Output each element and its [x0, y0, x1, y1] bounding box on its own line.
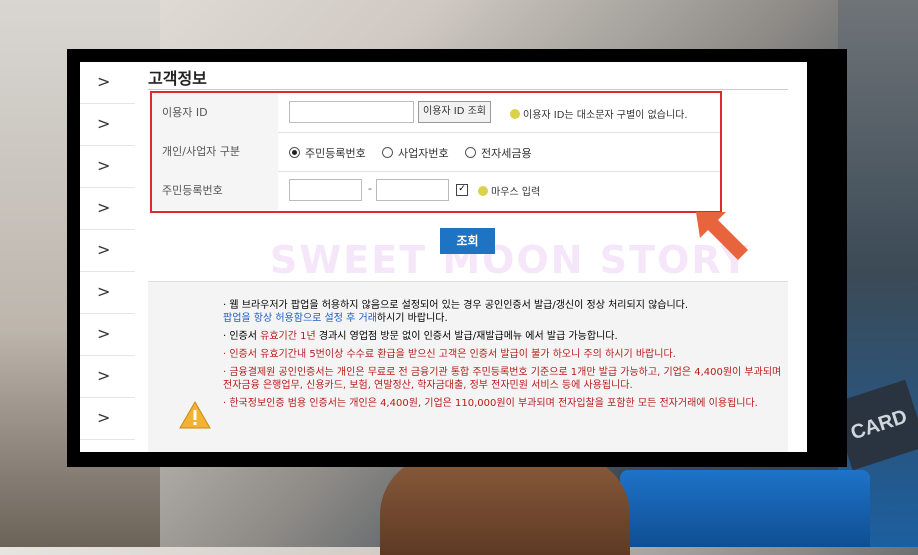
- radio-selected-icon: [289, 147, 300, 158]
- resident-number-row: 주민등록번호 - ✓ 마우스 입력: [152, 171, 720, 210]
- radio-resident-number[interactable]: 주민등록번호: [289, 145, 366, 161]
- user-id-label: 이용자 ID: [152, 93, 278, 132]
- resident-number-dash: -: [368, 182, 372, 195]
- nav-item[interactable]: >: [80, 398, 135, 440]
- chevron-right-icon: >: [97, 198, 111, 217]
- nav-item[interactable]: >: [80, 188, 135, 230]
- background-hand: [380, 455, 630, 555]
- chevron-right-icon: >: [97, 114, 111, 133]
- nav-item[interactable]: >: [80, 230, 135, 272]
- chevron-right-icon: >: [97, 324, 111, 343]
- nav-item[interactable]: >: [80, 62, 135, 104]
- nav-item[interactable]: >: [80, 356, 135, 398]
- user-id-check-button[interactable]: 이용자 ID 조회: [418, 101, 492, 123]
- radio-unselected-icon: [382, 147, 393, 158]
- nav-item[interactable]: >: [80, 104, 135, 146]
- notice-item: · 한국정보인증 범용 인증서는 개인은 4,400원, 기업은 110,000…: [223, 398, 758, 409]
- search-button[interactable]: 조회: [440, 228, 495, 254]
- user-id-row: 이용자 ID 이용자 ID 조회 이용자 ID는 대소문자 구별이 없습니다.: [152, 93, 720, 133]
- mouse-input-checkbox[interactable]: ✓: [456, 184, 468, 196]
- section-title: 고객정보: [148, 69, 207, 88]
- user-id-note: 이용자 ID는 대소문자 구별이 없습니다.: [510, 106, 688, 121]
- info-icon: [478, 186, 488, 196]
- nav-item[interactable]: >: [80, 314, 135, 356]
- warning-icon: [179, 400, 211, 429]
- customer-info-form: 이용자 ID 이용자 ID 조회 이용자 ID는 대소문자 구별이 없습니다. …: [150, 91, 722, 213]
- notice-item: · 웹 브라우저가 팝업을 허용하지 않음으로 설정되어 있는 경우 공인인증서…: [223, 300, 689, 324]
- watermark: SWEET MOON STORY: [270, 238, 751, 282]
- chevron-right-icon: >: [97, 408, 111, 427]
- radio-e-tax[interactable]: 전자세금용: [465, 145, 532, 161]
- notice-item: · 금융결제원 공인인증서는 개인은 무료로 전 금융기관 통합 주민등록번호 …: [223, 367, 782, 391]
- customer-type-row: 개인/사업자 구분 주민등록번호 사업자번호 전자세금용: [152, 132, 720, 172]
- notice-list: · 웹 브라우저가 팝업을 허용하지 않음으로 설정되어 있는 경우 공인인증서…: [223, 299, 783, 415]
- user-id-input[interactable]: [289, 101, 414, 123]
- nav-item[interactable]: >: [80, 272, 135, 314]
- info-icon: [510, 109, 520, 119]
- customer-type-label: 개인/사업자 구분: [152, 132, 278, 171]
- radio-business-number[interactable]: 사업자번호: [382, 145, 449, 161]
- radio-unselected-icon: [465, 147, 476, 158]
- mouse-input-label: 마우스 입력: [478, 183, 540, 198]
- chevron-right-icon: >: [97, 72, 111, 91]
- chevron-right-icon: >: [97, 366, 111, 385]
- web-page: > > > > > > > > > 고객정보 이용자 ID 이용자 ID 조회 …: [80, 62, 807, 452]
- arrow-pointer-icon: [696, 212, 748, 260]
- nav-item[interactable]: >: [80, 146, 135, 188]
- atm-slot: [620, 470, 870, 547]
- resident-number-label: 주민등록번호: [152, 171, 278, 210]
- notice-item: · 인증서 유효기간 1년 경과시 영업점 방문 없이 인증서 발급/재발급메뉴…: [223, 331, 618, 342]
- left-nav: > > > > > > > > >: [80, 62, 135, 452]
- title-divider: [148, 89, 788, 90]
- chevron-right-icon: >: [97, 156, 111, 175]
- resident-number-first-input[interactable]: [289, 179, 362, 201]
- notice-box: · 웹 브라우저가 팝업을 허용하지 않음으로 설정되어 있는 경우 공인인증서…: [148, 281, 788, 452]
- chevron-right-icon: >: [97, 282, 111, 301]
- resident-number-second-input[interactable]: [376, 179, 449, 201]
- notice-item: · 인증서 유효기간내 5번이상 수수료 환급을 받으신 고객은 인증서 발급이…: [223, 349, 676, 360]
- chevron-right-icon: >: [97, 240, 111, 259]
